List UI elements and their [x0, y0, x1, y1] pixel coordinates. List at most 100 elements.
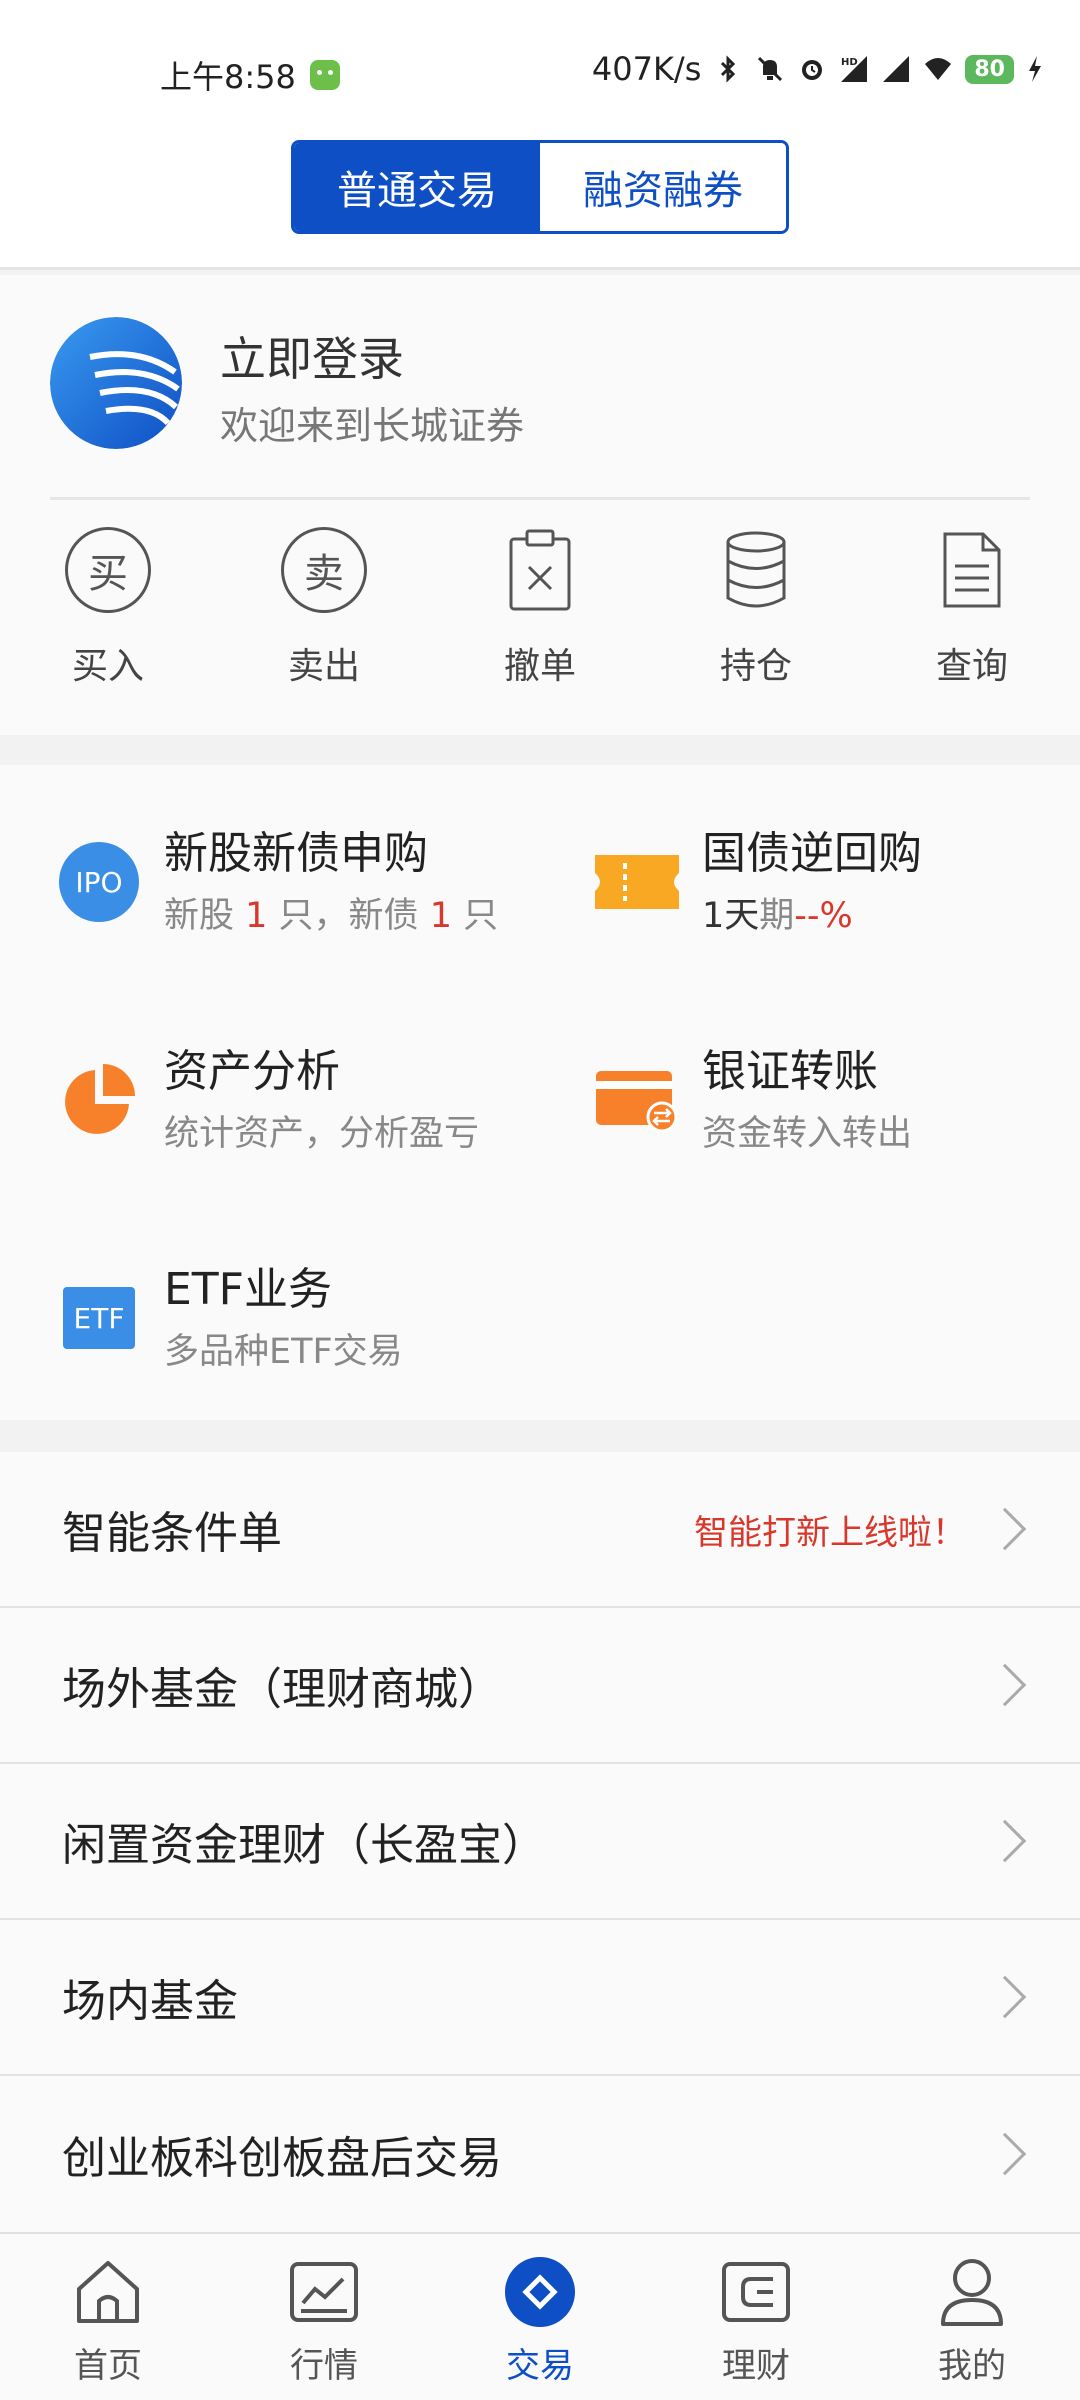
service-title: 国债逆回购 [702, 828, 922, 879]
nav-label: 交易 [506, 2346, 574, 2386]
ipo-icon: IPO [59, 842, 139, 922]
ipo-sub-text: 新股 [164, 896, 246, 936]
service-reverse-repo[interactable]: 国债逆回购 1天期--% [594, 817, 1080, 947]
list-item-exchange-fund[interactable]: 场内基金 [0, 1920, 1080, 2076]
quick-action-label: 查询 [935, 646, 1008, 687]
etf-icon: ETF [63, 1287, 135, 1349]
nav-profile[interactable]: 我的 [864, 2234, 1080, 2400]
ipo-sub-text: 只，新债 [267, 896, 430, 936]
chevron-right-icon [983, 2132, 1027, 2176]
profile-icon [941, 2259, 1003, 2326]
list-item-idle-funds[interactable]: 闲置资金理财（长盈宝） [0, 1764, 1080, 1920]
trade-icon [505, 2257, 575, 2327]
nav-market[interactable]: 行情 [216, 2234, 432, 2400]
list-item-label: 场内基金 [62, 1976, 238, 2027]
holdings-icon [726, 531, 786, 608]
service-bank-transfer[interactable]: 银证转账 资金转入转出 [594, 1035, 1080, 1165]
list-item-after-hours[interactable]: 创业板科创板盘后交易 [0, 2076, 1080, 2232]
signal-hd-label: HD [841, 57, 858, 68]
net-speed: 407K/s [591, 50, 702, 88]
home-icon [77, 2261, 139, 2323]
status-time: 上午8:58 [160, 52, 340, 98]
service-asset-analysis[interactable]: 资产分析 统计资产，分析盈亏 [56, 1035, 576, 1165]
nav-trade[interactable]: 交易 [432, 2234, 648, 2400]
list-item-label: 创业板科创板盘后交易 [62, 2133, 502, 2184]
mute-icon [758, 56, 783, 82]
services-grid: IPO 新股新债申购 新股 1 只，新债 1 只 国债逆回购 1天期--% 资产… [0, 765, 1080, 1420]
service-subtitle: 资金转入转出 [702, 1114, 913, 1154]
charging-icon [1029, 56, 1041, 82]
quick-actions: 买 买入 卖 卖出 撤单 持仓 查询 [0, 525, 1080, 705]
quick-action-cancel[interactable]: 撤单 [432, 525, 648, 705]
status-indicators: 407K/s HD 80 [592, 50, 1044, 88]
tab-normal-trade[interactable]: 普通交易 [294, 143, 540, 231]
login-subtitle: 欢迎来到长城证券 [220, 404, 525, 448]
login-card: 立即登录 欢迎来到长城证券 买 买入 卖 卖出 撤单 持仓 查询 [0, 275, 1080, 735]
service-title: ETF业务 [164, 1264, 332, 1315]
great-wall-logo[interactable] [50, 317, 182, 449]
divider [50, 497, 1030, 500]
card-transfer-icon [596, 1071, 678, 1133]
list-item-label: 场外基金（理财商城） [62, 1664, 502, 1715]
ipo-bond-count: 1 [429, 896, 452, 936]
sell-icon: 卖 [281, 527, 367, 613]
trade-header: 普通交易 融资融券 [0, 130, 1080, 270]
nav-label: 首页 [74, 2346, 142, 2386]
alarm-icon [802, 60, 823, 80]
ipo-stock-count: 1 [245, 896, 268, 936]
status-bar: 上午8:58 407K/s HD 80 [0, 0, 1080, 130]
service-title: 银证转账 [702, 1046, 878, 1097]
chevron-right-icon [983, 1819, 1027, 1863]
service-subtitle: 新股 1 只，新债 1 只 [164, 887, 498, 938]
repo-term: 1天 [702, 896, 760, 936]
tab-margin-trade[interactable]: 融资融券 [540, 143, 786, 231]
quick-action-query[interactable]: 查询 [864, 525, 1080, 705]
robot-icon [309, 60, 340, 90]
pie-chart-icon [65, 1064, 135, 1134]
quick-action-label: 卖出 [287, 646, 360, 687]
chevron-right-icon [983, 1975, 1027, 2019]
bottom-nav: 首页 行情 交易 理财 我的 [0, 2232, 1080, 2400]
nav-home[interactable]: 首页 [0, 2234, 216, 2400]
list-item-label: 智能条件单 [62, 1508, 282, 1559]
wifi-icon [925, 58, 952, 80]
list-item-label: 闲置资金理财（长盈宝） [62, 1820, 546, 1871]
ipo-sub-text: 只 [451, 896, 499, 936]
feature-list: 智能条件单 智能打新上线啦！ 场外基金（理财商城） 闲置资金理财（长盈宝） 场内… [0, 1452, 1080, 2232]
chevron-right-icon [983, 1663, 1027, 1707]
market-icon [290, 2262, 358, 2322]
repo-rate: --% [794, 896, 853, 936]
nav-wealth[interactable]: 理财 [648, 2234, 864, 2400]
wealth-icon [722, 2262, 790, 2322]
quick-action-holdings[interactable]: 持仓 [648, 525, 864, 705]
service-subtitle: 多品种ETF交易 [164, 1332, 403, 1372]
service-subtitle: 统计资产，分析盈亏 [164, 1114, 480, 1154]
buy-icon: 买 [65, 527, 151, 613]
service-etf[interactable]: ETF ETF业务 多品种ETF交易 [56, 1253, 576, 1383]
quick-action-label: 撤单 [503, 646, 576, 687]
service-ipo[interactable]: IPO 新股新债申购 新股 1 只，新债 1 只 [56, 817, 576, 947]
etf-icon-text: ETF [74, 1302, 125, 1335]
quick-action-label: 买入 [71, 646, 144, 687]
quick-action-label: 持仓 [719, 646, 792, 687]
quick-action-sell[interactable]: 卖 卖出 [216, 525, 432, 705]
quick-action-buy[interactable]: 买 买入 [0, 525, 216, 705]
nav-label: 理财 [722, 2346, 790, 2386]
repo-term-unit: 期 [759, 896, 795, 936]
list-item-otc-fund[interactable]: 场外基金（理财商城） [0, 1608, 1080, 1764]
cancel-order-icon [509, 529, 571, 611]
ticket-icon [595, 855, 679, 909]
service-title: 新股新债申购 [164, 828, 428, 879]
promo-tag: 智能打新上线啦！ [694, 1512, 966, 1553]
chevron-right-icon [983, 1507, 1027, 1551]
nav-label: 行情 [290, 2346, 358, 2386]
bluetooth-icon [721, 55, 736, 83]
service-title: 资产分析 [164, 1046, 340, 1097]
trade-mode-switch: 普通交易 融资融券 [291, 140, 789, 234]
query-icon [943, 532, 1001, 608]
signal-hd-icon: HD [841, 56, 868, 82]
login-title[interactable]: 立即登录 [220, 323, 404, 389]
list-item-smart-order[interactable]: 智能条件单 智能打新上线啦！ [0, 1452, 1080, 1608]
battery-indicator: 80 [965, 54, 1014, 84]
nav-label: 我的 [938, 2346, 1006, 2386]
